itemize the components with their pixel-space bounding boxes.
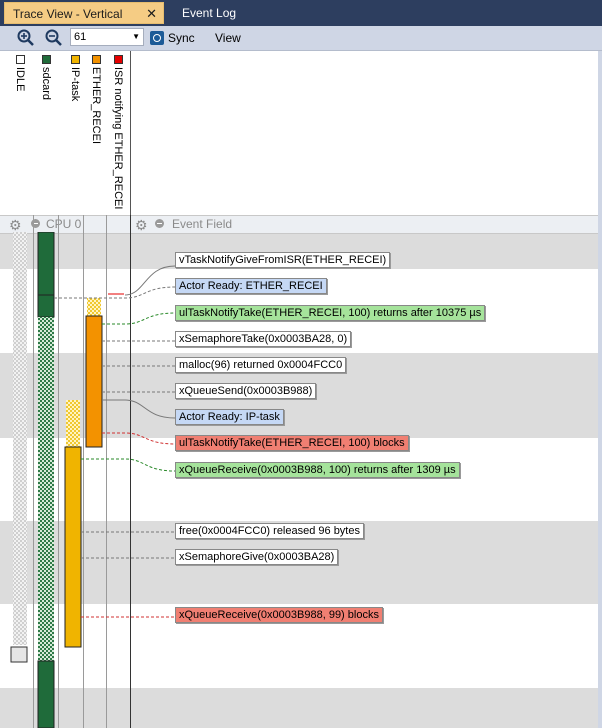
zoom-out-icon[interactable] xyxy=(45,29,63,47)
actor-color-swatch xyxy=(71,55,80,64)
actor-color-swatch xyxy=(16,55,25,64)
actor-column-ether-recei[interactable]: ETHER_RECEI xyxy=(88,53,104,213)
close-tab-icon[interactable]: ✕ xyxy=(146,3,157,25)
actor-label: ISR notifying ETHER_RECEI xyxy=(112,67,124,210)
actor-column-sdcard[interactable]: sdcard xyxy=(38,53,54,213)
connector xyxy=(54,286,176,299)
connector xyxy=(81,458,176,472)
event-label[interactable]: xQueueReceive(0x0003B988, 99) blocks xyxy=(175,607,383,623)
event-label[interactable]: ulTaskNotifyTake(ETHER_RECEI, 100) block… xyxy=(175,435,409,451)
trace-view-canvas[interactable]: IDLE sdcard IP-task ETHER_RECEI ISR noti… xyxy=(0,51,602,728)
event-label[interactable]: ulTaskNotifyTake(ETHER_RECEI, 100) retur… xyxy=(175,305,486,321)
event-label[interactable]: Actor Ready: IP-task xyxy=(175,409,284,425)
sync-icon xyxy=(150,31,164,45)
view-menu[interactable]: View xyxy=(215,29,241,47)
actor-color-swatch xyxy=(114,55,123,64)
event-label[interactable]: free(0x0004FCC0) released 96 bytes xyxy=(175,523,364,539)
event-label[interactable]: xSemaphoreGive(0x0003BA28) xyxy=(175,549,339,565)
tab-label: Trace View - Vertical xyxy=(13,7,123,21)
actor-color-swatch xyxy=(92,55,101,64)
cpu-field-label: CPU 0 xyxy=(46,217,82,231)
zoom-in-icon[interactable] xyxy=(17,29,35,47)
event-label[interactable]: malloc(96) returned 0x0004FCC0 xyxy=(175,357,347,373)
toolbar: 61 ▼ Sync View xyxy=(0,26,602,51)
collapse-icon[interactable] xyxy=(155,219,164,228)
zoom-level-combobox[interactable]: 61 ▼ xyxy=(70,28,144,46)
connector xyxy=(102,312,176,325)
tab-label: Event Log xyxy=(182,6,237,20)
actor-label: sdcard xyxy=(40,67,52,101)
actor-header: IDLE sdcard IP-task ETHER_RECEI ISR noti… xyxy=(0,51,602,215)
event-label[interactable]: Actor Ready: ETHER_RECEI xyxy=(175,278,327,294)
event-field-label: Event Field xyxy=(172,217,233,231)
event-label[interactable]: xQueueSend(0x0003B988) xyxy=(175,383,317,399)
actor-column-idle[interactable]: IDLE xyxy=(12,53,28,213)
vertical-scrollbar[interactable] xyxy=(598,51,602,728)
connector xyxy=(102,432,176,445)
actor-color-swatch xyxy=(42,55,51,64)
tab-trace-view-vertical[interactable]: Trace View - Vertical ✕ xyxy=(4,2,164,24)
event-label[interactable]: xQueueReceive(0x0003B988, 100) returns a… xyxy=(175,462,460,478)
tab-event-log[interactable]: Event Log xyxy=(174,2,244,24)
connector xyxy=(102,399,176,419)
actor-label: IP-task xyxy=(69,67,81,102)
actor-label: IDLE xyxy=(14,67,26,92)
chevron-down-icon[interactable]: ▼ xyxy=(132,29,140,45)
actor-column-ip-task[interactable]: IP-task xyxy=(67,53,83,213)
zoom-level-value: 61 xyxy=(74,31,87,43)
header-divider xyxy=(130,51,131,215)
actor-column-isr-notifying[interactable]: ISR notifying ETHER_RECEI xyxy=(110,53,126,213)
event-label[interactable]: xSemaphoreTake(0x0003BA28, 0) xyxy=(175,331,352,347)
document-tab-bar: Trace View - Vertical ✕ Event Log xyxy=(0,0,602,26)
event-label[interactable]: vTaskNotifyGiveFromISR(ETHER_RECEI) xyxy=(175,252,391,268)
sync-label: Sync xyxy=(168,31,195,45)
sync-button[interactable]: Sync xyxy=(150,29,195,47)
view-menu-label: View xyxy=(215,31,241,45)
actor-label: ETHER_RECEI xyxy=(90,67,102,145)
